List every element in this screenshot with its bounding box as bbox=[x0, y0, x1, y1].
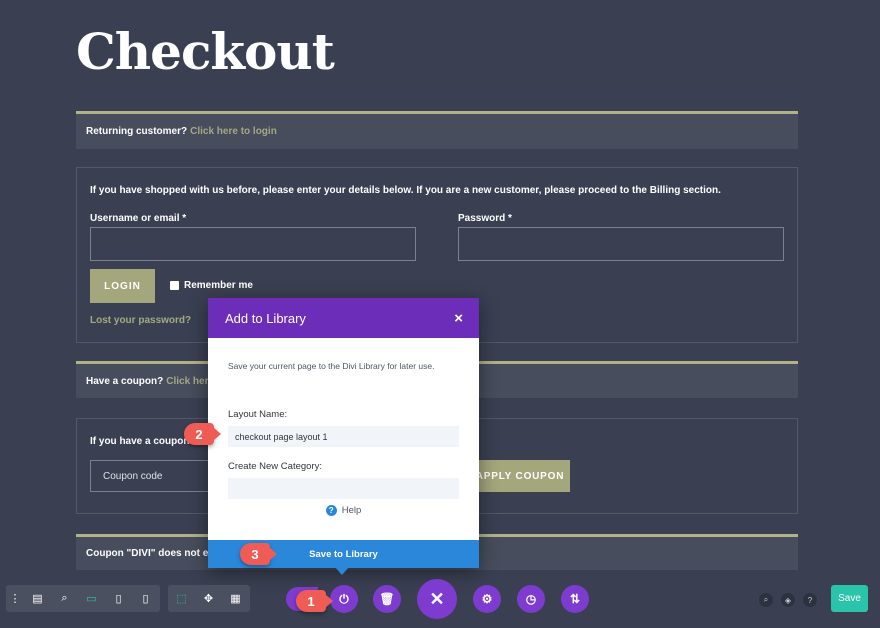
page-settings-icon[interactable]: ⚙ bbox=[473, 585, 501, 613]
new-category-input[interactable] bbox=[228, 478, 459, 499]
add-to-library-modal: Add to Library × Save your current page … bbox=[208, 298, 479, 568]
returning-customer-text: Returning customer? bbox=[86, 126, 188, 137]
desktop-view-icon[interactable]: ▭ bbox=[78, 585, 105, 612]
hover-mode-icon[interactable]: ✥ bbox=[195, 585, 222, 612]
returning-customer-notice: Returning customer? Click here to login bbox=[76, 111, 798, 149]
remember-me-checkbox[interactable] bbox=[170, 281, 179, 290]
help-link[interactable]: ? Help bbox=[208, 505, 479, 516]
layout-name-input[interactable]: checkout page layout 1 bbox=[228, 426, 459, 447]
close-icon[interactable]: × bbox=[454, 311, 463, 326]
click-here-to-login-link[interactable]: Click here to login bbox=[190, 126, 277, 137]
password-label: Password * bbox=[458, 213, 512, 224]
coupon-notice-text: Have a coupon? bbox=[86, 375, 164, 387]
new-category-label: Create New Category: bbox=[228, 461, 322, 472]
modal-title: Add to Library bbox=[225, 310, 306, 326]
portability-icon[interactable]: ⇅ bbox=[561, 585, 589, 613]
modal-pointer bbox=[335, 567, 349, 575]
search-icon[interactable]: ⌕ bbox=[759, 593, 773, 607]
history-icon[interactable]: ◷ bbox=[517, 585, 545, 613]
help-icon: ? bbox=[325, 505, 337, 516]
username-label: Username or email * bbox=[90, 213, 187, 224]
layers-icon[interactable]: ◈ bbox=[781, 593, 795, 607]
modal-description: Save your current page to the Divi Libra… bbox=[228, 361, 435, 371]
save-to-library-icon[interactable]: ⏻ bbox=[330, 585, 358, 613]
remember-me[interactable]: Remember me bbox=[170, 280, 253, 291]
login-intro-text: If you have shopped with us before, plea… bbox=[90, 185, 721, 196]
step-marker-1: 1 bbox=[296, 590, 333, 612]
apply-coupon-button[interactable]: APPLY COUPON bbox=[470, 460, 570, 492]
trash-icon[interactable]: 🗑 bbox=[373, 585, 401, 613]
layout-name-label: Layout Name: bbox=[228, 409, 288, 420]
help-circle-icon[interactable]: ? bbox=[803, 593, 817, 607]
page-title: Checkout bbox=[76, 22, 335, 81]
zoom-icon[interactable]: ⌕ bbox=[51, 585, 78, 612]
grid-mode-icon[interactable]: ▦ bbox=[222, 585, 249, 612]
username-field[interactable] bbox=[90, 227, 416, 261]
click-mode-icon[interactable]: ⬚ bbox=[168, 585, 195, 612]
remember-me-label: Remember me bbox=[184, 280, 253, 291]
password-field[interactable] bbox=[458, 227, 784, 261]
menu-dots-icon[interactable]: ⋮ bbox=[6, 585, 24, 612]
view-toolbar: ⋮ ▤ ⌕ ▭ ▯ ▯ bbox=[6, 585, 160, 612]
close-settings-icon[interactable]: ✕ bbox=[417, 579, 457, 619]
mode-toolbar: ⬚ ✥ ▦ bbox=[168, 585, 250, 612]
login-button[interactable]: LOGIN bbox=[90, 269, 155, 303]
modal-header: Add to Library × bbox=[208, 298, 479, 338]
lost-password-link[interactable]: Lost your password? bbox=[90, 315, 191, 326]
help-label: Help bbox=[341, 505, 362, 516]
coupon-code-input[interactable]: Coupon code bbox=[90, 460, 215, 492]
step-marker-2: 2 bbox=[184, 423, 221, 445]
coupon-error-text: Coupon "DIVI" does not exist bbox=[86, 548, 226, 559]
phone-view-icon[interactable]: ▯ bbox=[132, 585, 159, 612]
save-button[interactable]: Save bbox=[831, 585, 868, 612]
tablet-view-icon[interactable]: ▯ bbox=[105, 585, 132, 612]
step-marker-3: 3 bbox=[240, 543, 277, 565]
wireframe-icon[interactable]: ▤ bbox=[24, 585, 51, 612]
